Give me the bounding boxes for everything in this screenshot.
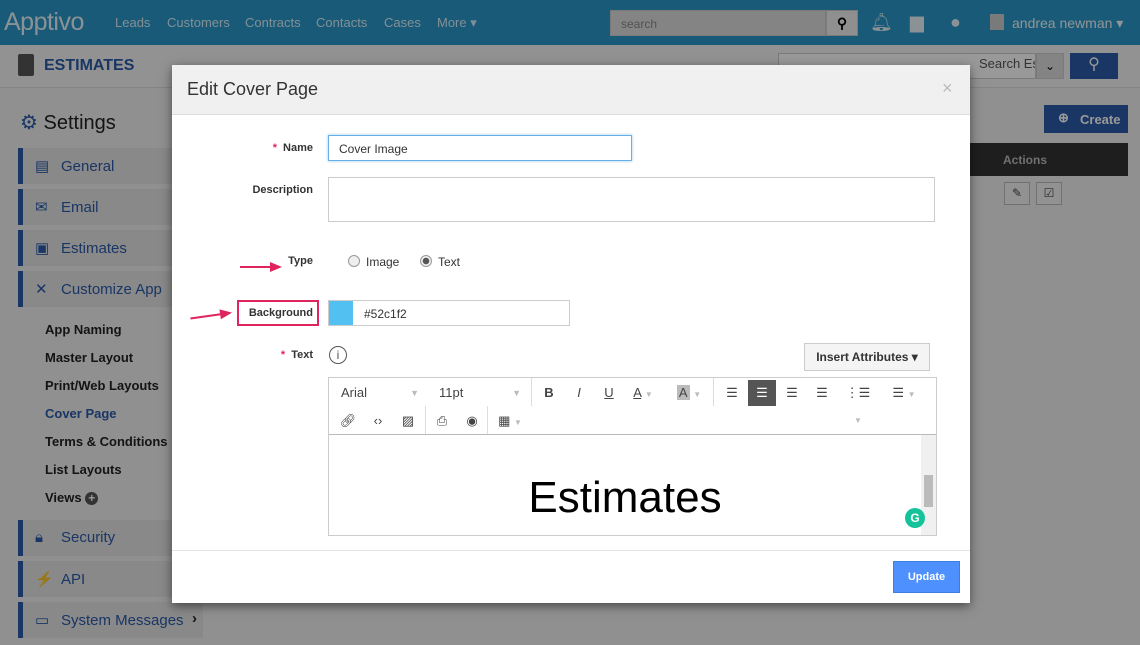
text-color-icon[interactable]: A ▼ — [627, 380, 659, 406]
footer-divider — [172, 550, 970, 551]
name-label-text: Name — [283, 142, 313, 154]
editor-content[interactable]: Estimates — [329, 435, 921, 535]
dialog-title: Edit Cover Page — [187, 79, 319, 99]
editor-toolbar: Arial ▼ 11pt ▼ B I U A ▼ A ▼ ☰ ☰ ☰ ☰ ⋮☰ ▼ … — [329, 378, 936, 435]
italic-icon[interactable]: I — [567, 380, 591, 406]
font-size-select[interactable]: 11pt ▼ — [433, 380, 525, 406]
info-icon[interactable]: i — [329, 346, 347, 364]
description-input[interactable] — [328, 177, 935, 222]
font-value: Arial — [341, 385, 368, 400]
highlight-color-icon[interactable]: A ▼ — [671, 380, 707, 406]
description-label: Description — [252, 184, 313, 196]
dialog-header: Edit Cover Page × — [172, 65, 970, 115]
insert-attributes-button[interactable]: Insert Attributes ▾ — [804, 343, 930, 371]
text-label: * Text — [280, 349, 313, 361]
name-input[interactable]: Cover Image — [328, 135, 632, 161]
bullet-list-icon[interactable]: ⋮☰ ▼ — [841, 380, 875, 425]
type-label: Type — [288, 255, 313, 267]
type-radio-text[interactable] — [420, 255, 432, 267]
background-label: Background — [248, 307, 313, 319]
align-left-icon[interactable]: ☰ — [719, 380, 745, 406]
type-option-image[interactable]: Image — [366, 255, 399, 269]
justify-icon[interactable]: ☰ — [809, 380, 835, 406]
underline-icon[interactable]: U — [597, 380, 621, 406]
image-icon[interactable]: ▨ — [395, 408, 421, 434]
align-right-icon[interactable]: ☰ — [779, 380, 805, 406]
type-radio-image[interactable] — [348, 255, 360, 267]
code-icon[interactable]: ‹› — [365, 408, 391, 434]
numbered-list-icon[interactable]: ☰ ▼ — [885, 380, 923, 406]
bold-icon[interactable]: B — [537, 380, 561, 406]
name-label: * Name — [272, 142, 313, 154]
text-label-text: Text — [291, 349, 313, 361]
link-icon[interactable]: 🔗︎ — [335, 408, 361, 434]
size-value: 11pt — [439, 385, 464, 400]
edit-cover-page-dialog: Edit Cover Page × * Name Cover Image Desc… — [172, 65, 970, 603]
grammarly-icon[interactable]: G — [905, 508, 925, 528]
update-button[interactable]: Update — [893, 561, 960, 593]
close-icon[interactable]: × — [942, 78, 953, 99]
rich-text-editor: Arial ▼ 11pt ▼ B I U A ▼ A ▼ ☰ ☰ ☰ ☰ ⋮☰ ▼ … — [328, 377, 937, 536]
preview-eye-icon[interactable]: ◉ — [459, 408, 485, 434]
print-icon[interactable]: ⎙ — [429, 408, 455, 434]
align-center-icon[interactable]: ☰ — [748, 380, 776, 406]
font-family-select[interactable]: Arial ▼ — [333, 380, 423, 406]
table-icon[interactable]: ▦ ▼ — [493, 408, 527, 434]
background-color-input[interactable]: #52c1f2 — [328, 300, 570, 326]
type-option-text[interactable]: Text — [438, 255, 460, 269]
